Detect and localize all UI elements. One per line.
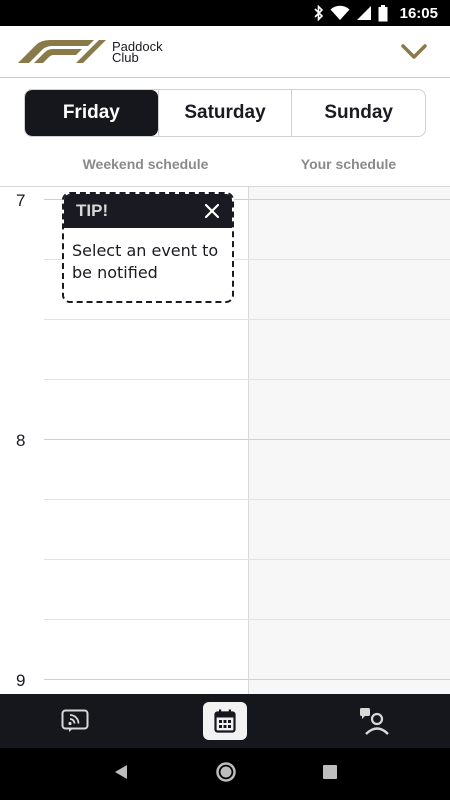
nav-live-feed[interactable] <box>53 702 97 740</box>
recents-icon[interactable] <box>323 764 337 784</box>
tab-sunday[interactable]: Sunday <box>291 90 425 136</box>
close-icon[interactable] <box>204 203 220 219</box>
live-feed-icon <box>61 709 89 732</box>
tip-popup: TIP! Select an event to be notified <box>62 192 234 303</box>
logo-text: Paddock Club <box>112 40 163 64</box>
header-menu-button[interactable] <box>400 42 428 62</box>
tab-friday[interactable]: Friday <box>25 90 158 136</box>
status-time: 16:05 <box>399 4 438 22</box>
bottom-navigation <box>0 694 450 748</box>
signal-icon <box>356 5 372 21</box>
nav-schedule[interactable] <box>203 702 247 740</box>
contact-person-icon <box>360 708 389 735</box>
quarter-line <box>44 559 450 560</box>
day-tabs: Friday Saturday Sunday <box>24 89 426 137</box>
app-header: Paddock Club <box>0 26 450 78</box>
bluetooth-icon <box>314 5 324 21</box>
your-schedule-header: Your schedule <box>300 156 397 172</box>
quarter-line <box>44 379 450 380</box>
tip-message: Select an event to be notified <box>72 241 219 282</box>
hour-label-8: 8 <box>16 431 26 450</box>
status-bar: 16:05 <box>0 0 450 26</box>
quarter-line <box>44 619 450 620</box>
tip-title: TIP! <box>76 201 109 220</box>
system-navigation <box>0 748 450 800</box>
weekend-schedule-header: Weekend schedule <box>82 156 209 172</box>
schedule-column-headers: Weekend schedule Your schedule <box>44 148 450 180</box>
back-icon[interactable] <box>113 764 129 785</box>
your-schedule-column[interactable] <box>248 187 450 694</box>
wifi-icon <box>330 5 350 21</box>
nav-contact[interactable] <box>353 702 397 740</box>
calendar-icon <box>214 709 236 733</box>
hour-line <box>44 679 450 680</box>
hour-line <box>44 439 450 440</box>
chevron-down-icon <box>401 44 427 59</box>
paddock-club-logo: Paddock Club <box>18 39 163 64</box>
battery-icon <box>378 4 388 22</box>
tab-saturday[interactable]: Saturday <box>157 90 292 136</box>
f1-logo-icon <box>18 40 106 63</box>
home-icon[interactable] <box>215 761 237 788</box>
tip-header: TIP! <box>64 194 232 228</box>
quarter-line <box>44 499 450 500</box>
hour-label-9: 9 <box>16 671 26 690</box>
status-icons: 16:05 <box>314 0 438 26</box>
quarter-line <box>44 319 450 320</box>
hour-label-7: 7 <box>16 191 26 210</box>
